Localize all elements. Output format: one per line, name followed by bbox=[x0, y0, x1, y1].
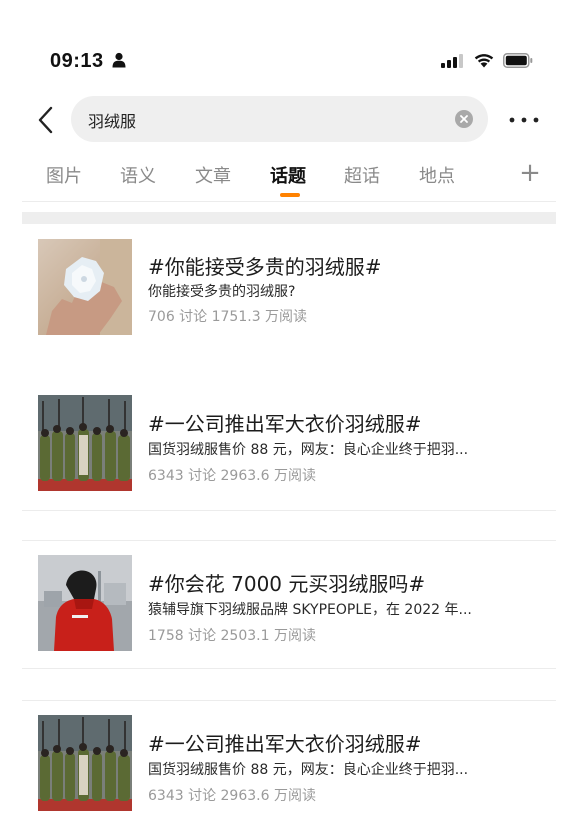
topic-result-item[interactable]: #你会花 7000 元买羽绒服吗# 猿辅导旗下羽绒服品牌 SKYPEOPLE，在… bbox=[22, 546, 556, 666]
topic-result-item[interactable]: #你能接受多贵的羽绒服# 你能接受多贵的羽绒服? 706 讨论 1751.3 万… bbox=[22, 226, 556, 346]
topic-title: #一公司推出军大衣价羽绒服# bbox=[148, 412, 422, 436]
topic-result-item[interactable]: #一公司推出军大衣价羽绒服# 国货羽绒服售价 88 元，网友：良心企业终于把羽.… bbox=[22, 386, 556, 506]
search-query[interactable]: 羽绒服 bbox=[88, 108, 136, 132]
topic-description: 猿辅导旗下羽绒服品牌 SKYPEOPLE，在 2022 年... bbox=[148, 602, 472, 618]
section-separator bbox=[22, 212, 556, 224]
topic-result-item[interactable]: #一公司推出军大衣价羽绒服# 国货羽绒服售价 88 元，网友：良心企业终于把羽.… bbox=[22, 706, 556, 826]
back-button[interactable] bbox=[36, 106, 56, 134]
topic-title: #你能接受多贵的羽绒服# bbox=[148, 255, 382, 279]
tab-articles[interactable]: 文章 bbox=[195, 162, 231, 188]
topic-stats: 1758 讨论 2503.1 万阅读 bbox=[148, 628, 316, 644]
search-category-tabs: 图片 语义 文章 话题 超话 地点 + bbox=[0, 158, 563, 202]
topic-description: 你能接受多贵的羽绒服? bbox=[148, 284, 296, 300]
tabs-divider bbox=[22, 201, 556, 202]
tab-places[interactable]: 地点 bbox=[419, 162, 455, 188]
tab-super-topics[interactable]: 超话 bbox=[344, 162, 380, 188]
topic-thumbnail bbox=[38, 715, 132, 811]
topic-stats: 706 讨论 1751.3 万阅读 bbox=[148, 309, 308, 325]
result-divider bbox=[22, 510, 556, 511]
result-divider bbox=[22, 700, 556, 701]
battery-icon bbox=[503, 53, 533, 68]
topic-stats: 6343 讨论 2963.6 万阅读 bbox=[148, 788, 316, 804]
tab-semantic[interactable]: 语义 bbox=[120, 162, 156, 188]
topic-title: #一公司推出军大衣价羽绒服# bbox=[148, 732, 422, 756]
tab-topics[interactable]: 话题 bbox=[270, 162, 306, 188]
tab-images[interactable]: 图片 bbox=[46, 162, 82, 188]
topic-thumbnail bbox=[38, 239, 132, 335]
result-divider bbox=[22, 540, 556, 541]
status-bar: 09:13 bbox=[0, 0, 563, 90]
wifi-icon bbox=[474, 54, 494, 68]
topic-title: #你会花 7000 元买羽绒服吗# bbox=[148, 572, 426, 596]
add-tab-icon[interactable]: + bbox=[519, 158, 541, 188]
status-time: 09:13 bbox=[50, 50, 104, 72]
topic-description: 国货羽绒服售价 88 元，网友：良心企业终于把羽... bbox=[148, 762, 469, 778]
result-divider bbox=[22, 668, 556, 669]
close-icon bbox=[460, 115, 468, 123]
search-input[interactable]: 羽绒服 bbox=[71, 96, 488, 142]
active-tab-indicator bbox=[280, 193, 300, 197]
topic-thumbnail bbox=[38, 555, 132, 651]
clear-search-button[interactable] bbox=[455, 110, 473, 128]
topic-stats: 6343 讨论 2963.6 万阅读 bbox=[148, 468, 316, 484]
topic-description: 国货羽绒服售价 88 元，网友：良心企业终于把羽... bbox=[148, 442, 469, 458]
more-options-icon[interactable] bbox=[506, 110, 542, 130]
topic-thumbnail bbox=[38, 395, 132, 491]
cellular-signal-icon bbox=[441, 54, 463, 68]
person-icon bbox=[112, 52, 126, 68]
